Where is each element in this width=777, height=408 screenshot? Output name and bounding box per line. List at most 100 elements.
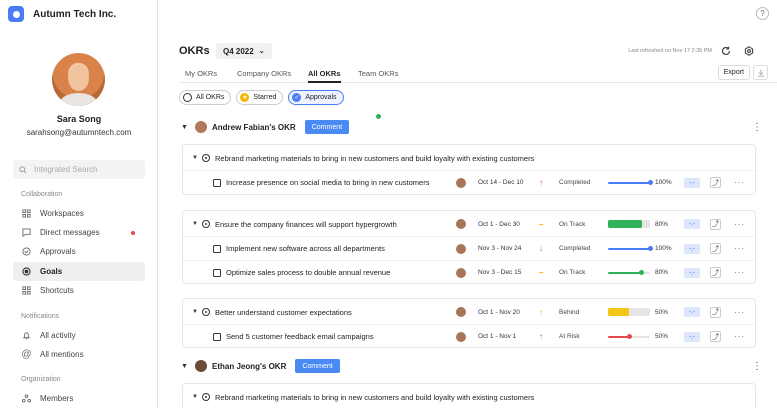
filter-label: Approvals <box>305 94 337 101</box>
sidebar-item-all-mentions[interactable]: @ All mentions <box>13 345 145 364</box>
more-horizontal-icon[interactable]: ··· <box>734 268 745 277</box>
avatar <box>456 267 466 278</box>
link-icon[interactable]: ⤴ <box>710 243 721 254</box>
progress-percent: 80% <box>655 220 669 228</box>
key-result-row[interactable]: Increase presence on social media to bri… <box>183 170 755 194</box>
sidebar-item-shortcuts[interactable]: Shortcuts <box>13 281 145 300</box>
link-icon[interactable]: ⤴ <box>710 306 721 318</box>
objective-row[interactable]: ▼ Rebrand marketing materials to bring i… <box>183 385 755 408</box>
tab-company-okrs[interactable]: Company OKRs <box>237 69 291 83</box>
kr-title: Increase presence on social media to bri… <box>226 178 430 187</box>
user-avatar[interactable] <box>52 53 105 106</box>
key-result-row[interactable]: Send 5 customer feedback email campaigns… <box>183 324 755 348</box>
objective-title-wrap: Ensure the company finances will support… <box>202 220 397 229</box>
kr-title-wrap: Implement new software across all depart… <box>213 244 385 253</box>
objective-title-wrap: Rebrand marketing materials to bring in … <box>202 393 534 402</box>
message-icon <box>21 227 32 238</box>
objective-row[interactable]: ▼ Rebrand marketing materials to bring i… <box>183 146 755 170</box>
objective-row[interactable]: ▼ Better understand customer expectation… <box>183 300 755 324</box>
sidebar-item-goals[interactable]: Goals <box>13 262 145 281</box>
key-result-row[interactable]: Optimize sales process to double annual … <box>183 260 755 284</box>
date-range: Oct 1 - Dec 30 <box>478 220 520 228</box>
filter-starred[interactable]: ★ Starred <box>236 90 284 105</box>
caret-down-icon[interactable]: ▼ <box>192 155 198 161</box>
link-icon[interactable]: ⤴ <box>710 218 721 230</box>
comment-button[interactable]: Comment <box>295 359 340 373</box>
sidebar-item-all-activity[interactable]: All activity <box>13 326 145 345</box>
user-email: sarahsong@autumntech.com <box>26 128 132 137</box>
tag-badge[interactable]: -,- <box>684 177 700 188</box>
export-button[interactable]: Export <box>717 65 750 80</box>
tag-badge[interactable]: -,- <box>684 219 700 229</box>
help-icon[interactable]: ? <box>756 7 769 20</box>
status-text: Completed <box>559 245 591 252</box>
progress-bar-fill <box>608 220 642 228</box>
status-text: Behind <box>559 308 580 316</box>
grid-icon <box>21 208 32 219</box>
arrow-up-icon: ↑ <box>539 307 543 317</box>
sidebar-item-members[interactable]: Members <box>13 389 145 408</box>
more-horizontal-icon[interactable]: ··· <box>734 220 745 229</box>
okr-group-header[interactable]: ▼ Andrew Fabian's OKR Comment ⋮ <box>181 118 762 136</box>
more-horizontal-icon[interactable]: ··· <box>734 308 745 317</box>
grid-icon <box>21 285 32 296</box>
objective-title: Rebrand marketing materials to bring in … <box>215 153 535 163</box>
download-icon[interactable] <box>753 65 768 80</box>
caret-down-icon[interactable]: ▼ <box>181 124 189 131</box>
progress-slider[interactable] <box>608 181 650 184</box>
caret-down-icon[interactable]: ▼ <box>192 309 198 315</box>
brand[interactable]: Autumn Tech Inc. <box>8 6 116 22</box>
search-input[interactable]: Integrated Search <box>13 160 145 179</box>
slider-knob[interactable] <box>627 334 632 339</box>
quarter-select[interactable]: Q4 2022 ⌄ <box>216 43 272 59</box>
tag-badge[interactable]: -,- <box>684 243 700 254</box>
sidebar-item-direct-messages[interactable]: Direct messages <box>13 223 145 242</box>
slider-knob[interactable] <box>648 180 653 185</box>
refresh-icon[interactable] <box>719 44 732 57</box>
objective-title: Rebrand marketing materials to bring in … <box>215 392 535 402</box>
tab-all-okrs[interactable]: All OKRs <box>308 69 341 83</box>
sidebar: Autumn Tech Inc. Sara Song sarahsong@aut… <box>0 0 381 408</box>
notification-dot <box>131 230 135 235</box>
status-text: On Track <box>559 220 586 228</box>
okr-group-header[interactable]: ▼ Ethan Jeong's OKR Comment ⋮ <box>181 357 762 375</box>
more-vertical-icon[interactable]: ⋮ <box>752 122 762 133</box>
caret-down-icon[interactable]: ▼ <box>192 394 198 400</box>
caret-down-icon[interactable]: ▼ <box>192 221 198 227</box>
kr-title: Implement new software across all depart… <box>226 244 385 253</box>
avatar <box>456 331 466 342</box>
link-icon[interactable]: ⤴ <box>710 177 721 188</box>
more-horizontal-icon[interactable]: ··· <box>734 178 745 187</box>
key-result-row[interactable]: Implement new software across all depart… <box>183 236 755 260</box>
tag-badge[interactable]: -,- <box>684 267 700 278</box>
filter-approvals[interactable]: ✓ Approvals <box>288 90 344 105</box>
sidebar-item-approvals[interactable]: Approvals <box>13 242 145 261</box>
page-title: OKRs <box>179 45 210 57</box>
link-icon[interactable]: ⤴ <box>710 267 721 278</box>
tab-team-okrs[interactable]: Team OKRs <box>358 69 398 83</box>
avatar <box>456 243 466 254</box>
objective-card: ▼ Better understand customer expectation… <box>182 298 756 348</box>
progress-slider[interactable] <box>608 247 650 250</box>
progress-percent: 100% <box>655 179 672 186</box>
sidebar-item-workspaces[interactable]: Workspaces <box>13 204 145 223</box>
more-horizontal-icon[interactable]: ··· <box>734 244 745 253</box>
sidebar-item-label: Approvals <box>40 247 76 256</box>
tag-badge[interactable]: -,- <box>684 307 700 317</box>
filter-all-okrs[interactable]: All OKRs <box>179 90 232 105</box>
objective-title-wrap: Rebrand marketing materials to bring in … <box>202 154 534 163</box>
more-horizontal-icon[interactable]: ··· <box>734 332 745 341</box>
objective-row[interactable]: ▼ Ensure the company finances will suppo… <box>183 212 755 236</box>
tab-my-okrs[interactable]: My OKRs <box>185 69 217 83</box>
settings-icon[interactable] <box>742 44 755 57</box>
organization-label: Organization <box>21 376 61 383</box>
caret-down-icon[interactable]: ▼ <box>181 363 189 370</box>
slider-knob[interactable] <box>639 270 644 275</box>
slider-knob[interactable] <box>648 246 653 251</box>
comment-button[interactable]: Comment <box>304 120 350 134</box>
target-icon <box>202 393 210 401</box>
user-name-row: Sara Song <box>0 114 381 124</box>
link-icon[interactable]: ⤴ <box>710 331 721 342</box>
tag-badge[interactable]: -,- <box>684 331 700 342</box>
more-vertical-icon[interactable]: ⋮ <box>752 361 762 372</box>
